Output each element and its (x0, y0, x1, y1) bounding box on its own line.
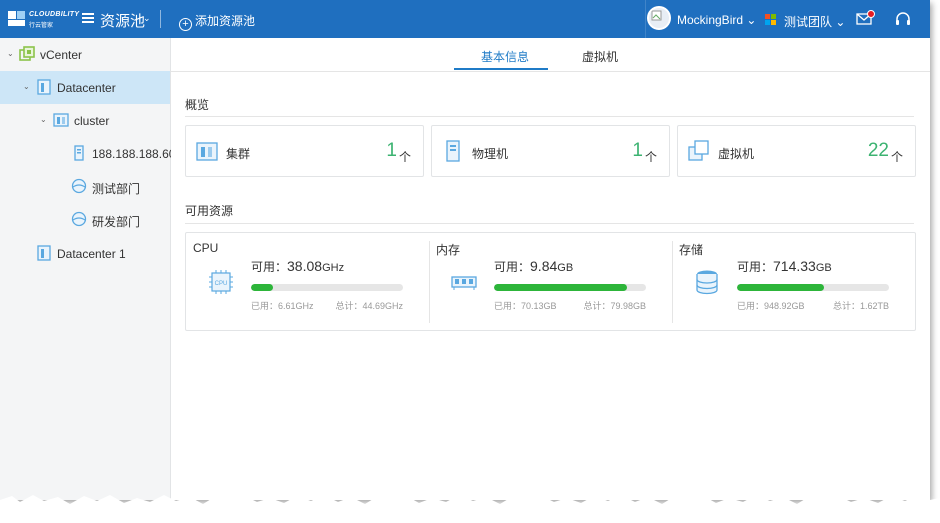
tree-item-datacenter-1[interactable]: Datacenter 1 (0, 237, 170, 270)
logo-wordmark: CLOUDBILITY (29, 11, 80, 18)
card-count: 1 (632, 140, 643, 161)
avatar (647, 6, 671, 30)
resource-title: 存储 (679, 243, 704, 257)
cluster-icon (196, 142, 218, 161)
notification-dot (867, 10, 875, 18)
chevron-down-icon[interactable]: ⌄ (7, 49, 14, 58)
used-value: 已用：70.13GB (494, 301, 557, 311)
torn-edge-decoration (0, 495, 940, 523)
host-server-icon (446, 140, 460, 162)
tree-item-datacenter[interactable]: ⌄ Datacenter (0, 71, 170, 104)
plus-circle-icon: + (179, 18, 192, 31)
user-menu[interactable]: MockingBird ⌄ (645, 0, 756, 38)
tree-item-label: 188.188.188.60 (92, 147, 176, 161)
cluster-icon (53, 113, 69, 127)
broken-image-icon (651, 10, 662, 21)
available-value: 可用：9.84GB (494, 258, 574, 274)
available-value: 可用：714.33GB (737, 258, 832, 274)
total-value: 总计：1.62TB (832, 301, 889, 311)
team-logo-icon (765, 14, 776, 25)
section-divider (185, 116, 914, 117)
usage-progress-fill (251, 284, 274, 291)
section-divider (185, 223, 914, 224)
resource-title: 内存 (436, 243, 461, 257)
database-icon (696, 270, 718, 295)
memory-resource: 内存 可用：9.84GB 已用：70.13GB 总计：79.98GB (429, 233, 672, 330)
virtual-machine-icon (688, 140, 709, 161)
tree-item-label: 测试部门 (92, 182, 141, 196)
card-unit: 个 (890, 150, 903, 164)
chevron-down-icon[interactable]: ⌄ (143, 13, 151, 24)
app-window: CLOUDBILITY 行云管家 资源池 ⌄ + 添加资源池 MockingBir… (0, 0, 930, 500)
header-divider (160, 10, 161, 28)
card-unit: 个 (644, 150, 657, 164)
cloudbility-logo[interactable]: CLOUDBILITY 行云管家 (8, 8, 80, 30)
total-value: 总计：44.69GHz (335, 301, 403, 311)
tree-item-host[interactable]: 188.188.188.60 (0, 137, 175, 170)
resource-pool-icon (71, 178, 87, 194)
available-resources-section-title: 可用资源 (185, 204, 234, 218)
available-resources-panel: CPU CPU 可用：38.08GHz 已用：6.61GHz 总计：44.69G… (185, 232, 916, 331)
resource-pool-icon (71, 211, 87, 227)
tree-item-label: Datacenter 1 (57, 247, 126, 261)
team-menu[interactable]: 测试团队 ⌄ (765, 0, 845, 38)
card-label: 物理机 (472, 147, 509, 161)
host-server-icon (74, 145, 84, 161)
used-value: 已用：948.92GB (737, 301, 805, 311)
menu-icon[interactable] (82, 13, 94, 23)
datacenter-icon (37, 245, 51, 261)
resource-title: CPU (193, 241, 219, 255)
card-unit: 个 (398, 150, 411, 164)
tab-virtual-machines[interactable]: 虚拟机 (582, 48, 618, 65)
tree-item-label: vCenter (40, 48, 83, 62)
logo-subtitle: 行云管家 (29, 23, 54, 29)
team-name: 测试团队 ⌄ (784, 15, 846, 29)
usage-progress-bar (494, 284, 646, 291)
tab-bar: 基本信息 虚拟机 (171, 38, 930, 72)
cluster-count-card[interactable]: 集群 1 个 (185, 125, 424, 177)
top-header: CLOUDBILITY 行云管家 资源池 ⌄ + 添加资源池 MockingBir… (0, 0, 930, 38)
tree-item-label: Datacenter (57, 81, 116, 95)
used-value: 已用：6.61GHz (251, 301, 314, 311)
host-count-card[interactable]: 物理机 1 个 (431, 125, 670, 177)
usage-progress-bar (737, 284, 889, 291)
card-label: 虚拟机 (718, 147, 755, 161)
tree-item-cluster[interactable]: ⌄ cluster (0, 104, 170, 137)
tab-basic-info[interactable]: 基本信息 (481, 48, 529, 65)
resource-tree-sidebar: ⌄ vCenter ⌄ Datacenter ⌄ cluster 188.188… (0, 38, 175, 500)
resource-pool-selector[interactable]: 资源池 (100, 10, 145, 31)
add-resource-pool-label: 添加资源池 (195, 14, 256, 28)
active-tab-indicator (454, 68, 548, 70)
memory-module-icon (451, 276, 477, 290)
tree-item-vcenter[interactable]: ⌄ vCenter (0, 38, 170, 71)
available-value: 可用：38.08GHz (251, 258, 345, 274)
card-count: 22 (867, 140, 889, 161)
headset-icon[interactable] (895, 12, 911, 27)
add-resource-pool-button[interactable]: + 添加资源池 (179, 12, 255, 31)
storage-resource: 存储 可用：714.33GB 已用：948.92GB 总计：1.62TB (672, 233, 915, 330)
chevron-down-icon[interactable]: ⌄ (40, 115, 47, 124)
main-content: 基本信息 虚拟机 概览 集群 1 个 物理机 1 个 虚拟机 22 个 可用资源… (171, 38, 930, 500)
usage-progress-fill (494, 284, 628, 291)
total-value: 总计：79.98GB (583, 301, 646, 311)
card-count: 1 (386, 140, 397, 161)
overview-section-title: 概览 (185, 98, 210, 112)
tree-item-test-dept[interactable]: 测试部门 (0, 170, 170, 203)
tree-item-dev-dept[interactable]: 研发部门 (0, 203, 170, 236)
logo-mark-icon (8, 11, 25, 26)
user-name: MockingBird ⌄ (677, 13, 757, 27)
svg-text:CPU: CPU (215, 281, 228, 287)
tree-item-label: cluster (74, 114, 110, 128)
usage-progress-bar (251, 284, 403, 291)
usage-progress-fill (737, 284, 824, 291)
tree-item-label: 研发部门 (92, 215, 141, 229)
chevron-down-icon[interactable]: ⌄ (23, 82, 30, 91)
vm-count-card[interactable]: 虚拟机 22 个 (677, 125, 916, 177)
card-label: 集群 (226, 147, 251, 161)
cpu-chip-icon: CPU (209, 270, 233, 294)
datacenter-icon (37, 79, 51, 95)
cpu-resource: CPU CPU 可用：38.08GHz 已用：6.61GHz 总计：44.69G… (186, 233, 429, 330)
vcenter-icon (19, 46, 35, 61)
